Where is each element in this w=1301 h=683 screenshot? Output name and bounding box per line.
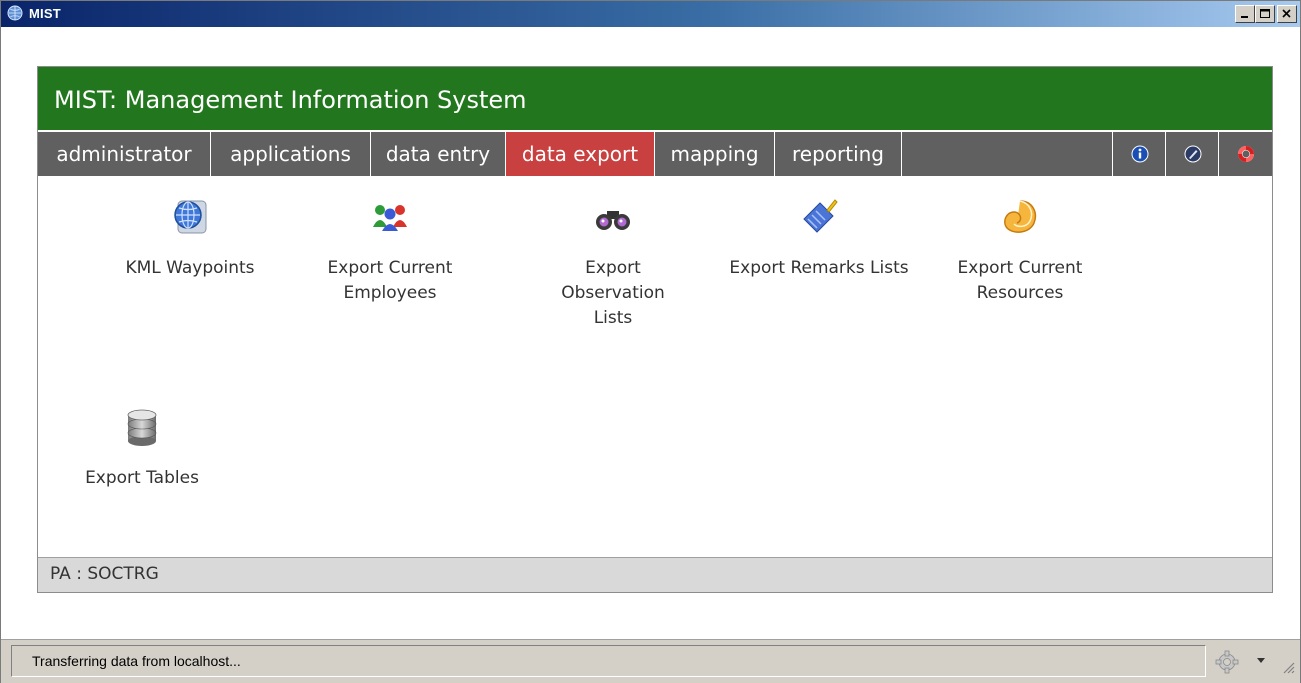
maximize-icon	[1260, 9, 1270, 18]
maximize-button[interactable]	[1255, 5, 1275, 23]
tile-export-observation-lists[interactable]: Export Observation Lists	[523, 197, 703, 331]
nav-mapping[interactable]: mapping	[655, 132, 775, 176]
tile-label: Export Tables	[85, 468, 199, 488]
shell-icon	[1004, 200, 1037, 233]
status-text: Transferring data from localhost...	[32, 653, 241, 669]
brush-icon	[803, 199, 838, 233]
app-header: MIST: Management Information System	[38, 67, 1272, 130]
binoculars-icon	[596, 211, 630, 230]
export-tiles: KML Waypoints Export Current Employees E…	[38, 177, 1272, 557]
tile-kml-waypoints[interactable]: KML Waypoints	[100, 197, 280, 281]
globe-icon	[174, 200, 207, 234]
tile-export-current-employees[interactable]: Export Current Employees	[300, 197, 480, 306]
nav-data-entry[interactable]: data entry	[371, 132, 506, 176]
context-footer: PA : SOCTRG	[38, 557, 1272, 592]
tile-label: Export Current Resources	[957, 258, 1083, 303]
tile-export-tables[interactable]: Export Tables	[52, 407, 232, 491]
window-title: MIST	[29, 6, 61, 21]
globe-app-icon	[7, 5, 23, 21]
chevron-down-icon[interactable]	[1257, 658, 1265, 664]
info-button[interactable]	[1112, 132, 1164, 176]
status-bar: Transferring data from localhost...	[1, 639, 1300, 683]
title-bar[interactable]: MIST	[1, 1, 1300, 27]
edit-button[interactable]	[1165, 132, 1217, 176]
database-icon	[127, 409, 157, 446]
minimize-icon	[1241, 16, 1248, 18]
context-text: PA : SOCTRG	[50, 564, 159, 584]
edit-icon	[1184, 145, 1202, 163]
tile-label: Export Current Employees	[327, 258, 453, 303]
tile-label: Export Observation Lists	[561, 258, 665, 328]
nav-administrator[interactable]: administrator	[38, 132, 211, 176]
help-lifebuoy-icon	[1238, 146, 1254, 162]
close-button[interactable]	[1277, 5, 1297, 23]
people-icon	[373, 205, 407, 231]
nav-applications[interactable]: applications	[211, 132, 371, 176]
tile-export-remarks-lists[interactable]: Export Remarks Lists	[729, 197, 909, 281]
status-field: Transferring data from localhost...	[11, 645, 1206, 677]
app-heading: MIST: Management Information System	[54, 86, 527, 114]
resize-grip-icon[interactable]	[1281, 660, 1295, 674]
tile-label: KML Waypoints	[125, 258, 255, 278]
main-nav: administrator applications data entry da…	[38, 132, 1272, 176]
help-button[interactable]	[1218, 132, 1270, 176]
minimize-button[interactable]	[1235, 5, 1255, 23]
mist-panel: MIST: Management Information System admi…	[37, 66, 1273, 593]
browser-window: MIST MIST: Management Information System…	[0, 0, 1301, 683]
tile-label: Export Remarks Lists	[729, 258, 909, 278]
info-icon	[1131, 145, 1149, 163]
nav-reporting[interactable]: reporting	[775, 132, 902, 176]
close-icon	[1282, 9, 1291, 18]
gear-icon[interactable]	[1214, 649, 1240, 675]
nav-data-export[interactable]: data export	[506, 132, 655, 176]
tile-export-current-resources[interactable]: Export Current Resources	[930, 197, 1110, 306]
